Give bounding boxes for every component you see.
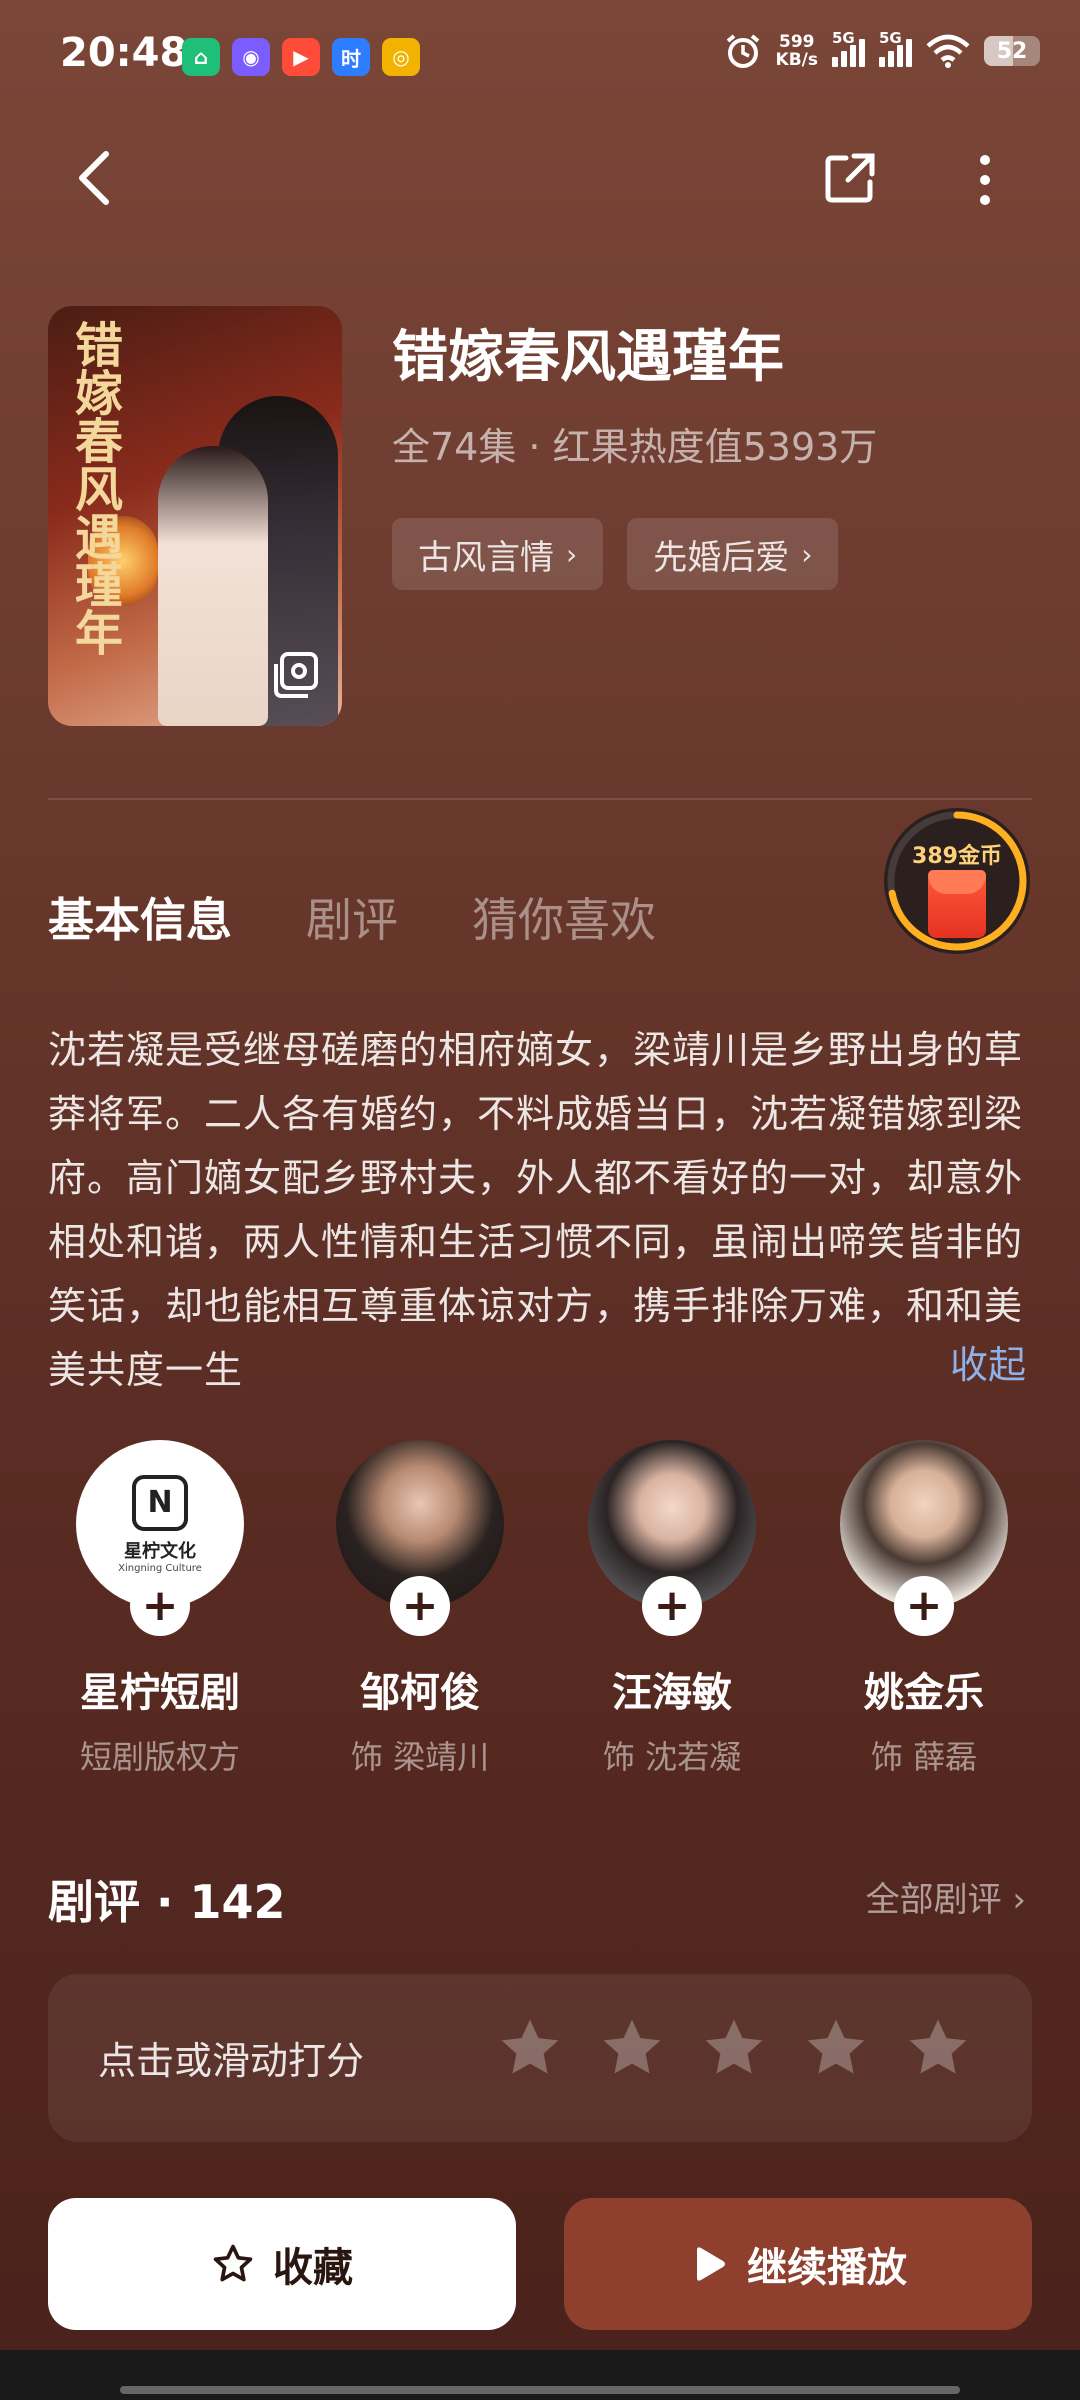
show-description: 沈若凝是受继母磋磨的相府嫡女，梁靖川是乡野出身的草莽将军。二人各有婚约，不料成婚… [48, 1028, 1024, 1392]
favorite-button[interactable]: 收藏 [48, 2198, 516, 2330]
cast-list: N 星柠文化 Xingning Culture + 星柠短剧 短剧版权方 + 邹… [0, 1440, 1080, 1780]
cast-role: 饰 梁靖川 [350, 1738, 490, 1776]
coin-amount: 389金币 [912, 844, 1002, 869]
tag-label: 古风言情 [418, 537, 554, 578]
continue-play-button[interactable]: 继续播放 [564, 2198, 1032, 2330]
signal-sim2-icon: 5G [879, 29, 912, 67]
rating-card[interactable]: 点击或滑动打分 [48, 1974, 1032, 2142]
video-app-icon: ▶ [282, 38, 320, 76]
show-meta: 全74集 · 红果热度值5393万 [392, 425, 878, 469]
bottom-action-bar: 收藏 继续播放 [0, 2176, 1080, 2366]
wifi-icon [926, 34, 970, 68]
signal-sim1-icon: 5G [832, 29, 865, 67]
cover-figure-female [158, 446, 268, 726]
follow-button[interactable]: + [894, 1576, 954, 1636]
cast-name: 邹柯俊 [360, 1670, 480, 1716]
rating-stars[interactable] [496, 2014, 972, 2082]
all-reviews-link[interactable]: 全部剧评 › [866, 1872, 1026, 1921]
cover-title-art: 错嫁春风遇瑾年 [66, 320, 122, 656]
reviews-title: 剧评 · 142 [48, 1875, 286, 1929]
cast-role: 饰 沈若凝 [602, 1738, 742, 1776]
chevron-right-icon: › [1012, 1880, 1026, 1920]
star-icon[interactable] [598, 2014, 666, 2082]
show-cover-image[interactable]: 错嫁春风遇瑾年 [48, 306, 342, 726]
system-navigation-bar [0, 2350, 1080, 2400]
genre-tags: 古风言情 › 先婚后爱 › [392, 518, 839, 590]
tag-label: 先婚后爱 [653, 537, 790, 578]
shi-app-icon: 时 [332, 38, 370, 76]
header-divider [48, 798, 1032, 800]
all-reviews-label: 全部剧评 [865, 1880, 1002, 1920]
tab-basic-info[interactable]: 基本信息 [48, 884, 232, 950]
home-app-icon: ⌂ [182, 38, 220, 76]
follow-button[interactable]: + [390, 1576, 450, 1636]
sim2-label: 5G [879, 29, 902, 47]
follow-button[interactable]: + [642, 1576, 702, 1636]
status-time: 20:48 [60, 30, 188, 76]
rating-prompt: 点击或滑动打分 [98, 2039, 365, 2083]
show-title: 错嫁春风遇瑾年 [392, 325, 784, 390]
collapse-button[interactable]: 收起 [950, 1334, 1026, 1389]
share-icon[interactable] [822, 150, 878, 206]
cast-name: 姚金乐 [864, 1670, 984, 1716]
cast-item-actor[interactable]: + 汪海敏 饰 沈若凝 [552, 1440, 792, 1778]
studio-logo-text: 星柠文化 [124, 1540, 196, 1562]
studio-logo-subtext: Xingning Culture [118, 1562, 202, 1574]
cast-role: 短剧版权方 [79, 1738, 240, 1776]
network-speed-unit: KB/s [775, 50, 818, 70]
red-envelope-icon [928, 870, 986, 938]
star-outline-icon [213, 2244, 253, 2282]
star-icon[interactable] [496, 2014, 564, 2082]
coin-reward-widget[interactable]: 389金币 [884, 808, 1030, 954]
home-indicator[interactable] [120, 2386, 960, 2394]
cast-item-actor[interactable]: + 姚金乐 饰 薛磊 [804, 1440, 1044, 1778]
star-icon[interactable] [802, 2014, 870, 2082]
alarm-icon [726, 34, 759, 68]
cast-item-actor[interactable]: + 邹柯俊 饰 梁靖川 [300, 1440, 540, 1778]
network-speed: 599 KB/s [776, 33, 818, 69]
cast-name: 汪海敏 [612, 1670, 732, 1716]
chevron-right-icon: › [566, 537, 578, 571]
browser-app-icon: ◉ [232, 38, 270, 76]
battery-level: 52 [996, 38, 1028, 64]
battery-icon: 52 [984, 36, 1040, 66]
tab-recommendations[interactable]: 猜你喜欢 [472, 884, 656, 950]
notification-icons: ⌂ ◉ ▶ 时 ◎ [182, 38, 420, 76]
cast-item-studio[interactable]: N 星柠文化 Xingning Culture + 星柠短剧 短剧版权方 [40, 1440, 280, 1778]
tab-reviews[interactable]: 剧评 [306, 884, 398, 950]
back-icon[interactable] [70, 148, 120, 208]
gallery-icon[interactable] [270, 650, 320, 700]
studio-logo-mark: N [132, 1474, 188, 1531]
status-bar: 20:48 ⌂ ◉ ▶ 时 ◎ 599 KB/s 5G 5G 52 [0, 0, 1080, 110]
star-icon[interactable] [700, 2014, 768, 2082]
play-icon [697, 2247, 725, 2281]
tag-marriage-first[interactable]: 先婚后爱 › [627, 518, 839, 590]
sim1-label: 5G [832, 29, 855, 47]
cast-role: 饰 薛磊 [870, 1738, 978, 1776]
cast-name: 星柠短剧 [80, 1670, 240, 1716]
detail-tabs: 基本信息 剧评 猜你喜欢 [48, 884, 656, 950]
more-options-icon[interactable] [970, 150, 1000, 210]
play-label: 继续播放 [747, 2245, 907, 2291]
tag-ancient-romance[interactable]: 古风言情 › [392, 518, 604, 590]
star-icon[interactable] [904, 2014, 972, 2082]
network-speed-value: 599 [779, 32, 815, 52]
favorite-label: 收藏 [273, 2245, 353, 2291]
follow-button[interactable]: + [130, 1576, 190, 1636]
chevron-right-icon: › [801, 537, 813, 571]
weibo-app-icon: ◎ [382, 38, 420, 76]
